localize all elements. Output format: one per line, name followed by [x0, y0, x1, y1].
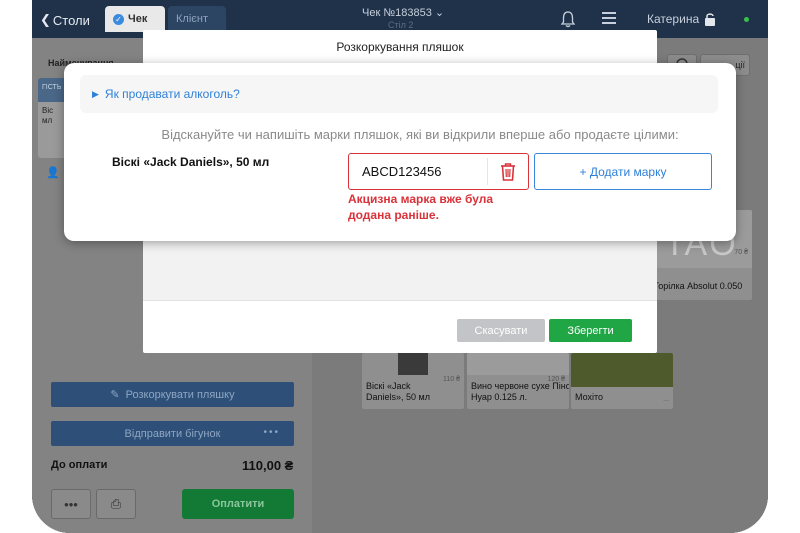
tab-check-label: Чек — [128, 13, 148, 25]
table-label: Стіл 2 — [388, 20, 414, 30]
runner-label: Відправити бігунок — [124, 427, 221, 440]
product-label: Віскі «Jack Daniels», 50 мл — [112, 155, 270, 169]
excise-stamp-dialog: ▶ Як продавати алкоголь? Відскануйте чи … — [64, 63, 736, 241]
excise-stamp-input[interactable] — [349, 154, 489, 189]
stamp-error-message: Акцизна марка вже була додана раніше. — [348, 192, 494, 222]
product-name: Вино червоне сухе Піно Нуар 0.125 л. — [471, 381, 569, 402]
dialog-footer: Скасувати Зберегти — [143, 300, 657, 353]
chevron-down-icon: ⌄ — [434, 7, 445, 19]
send-runner-button[interactable]: Відправити бігунок ••• — [51, 421, 294, 446]
lock-icon — [705, 13, 716, 26]
product-card-jack-daniels[interactable]: 110 ₴ Віскі «Jack Daniels», 50 мл — [362, 353, 464, 409]
tab-client-label: Клієнт — [176, 13, 208, 25]
add-guest-icon[interactable]: 👤 — [46, 166, 60, 179]
product-price: 110 ₴ — [443, 376, 460, 383]
total-amount: 110,00 ₴ — [242, 458, 294, 473]
bell-icon[interactable] — [560, 10, 576, 28]
trash-icon[interactable] — [499, 162, 517, 182]
tab-check[interactable]: ✓ Чек — [105, 6, 165, 32]
field-divider — [487, 158, 488, 185]
pay-button[interactable]: Оплатити — [182, 489, 294, 519]
product-image — [398, 353, 428, 375]
back-label: Столи — [52, 12, 90, 28]
how-to-label: Як продавати алкоголь? — [104, 87, 240, 101]
product-image — [467, 353, 569, 375]
add-stamp-button[interactable]: + Додати марку — [534, 153, 712, 190]
cancel-button[interactable]: Скасувати — [457, 319, 545, 342]
more-options-button[interactable]: ••• — [51, 489, 91, 519]
product-name: Віскі «Jack Daniels», 50 мл — [366, 381, 430, 402]
product-card-mojito[interactable]: ... Мохіто — [571, 353, 673, 409]
device-frame: ❮ Столи ✓ Чек Клієнт Чек №183853 ⌄ Стіл … — [32, 0, 768, 533]
online-indicator — [744, 17, 749, 22]
check-circle-icon: ✓ — [113, 13, 124, 25]
back-button[interactable]: ❮ Столи — [40, 12, 90, 28]
product-image — [571, 353, 673, 387]
excise-stamp-field — [348, 153, 529, 190]
user-name: Катерина — [647, 12, 700, 26]
dialog-title: Розкоркування пляшок — [336, 40, 464, 54]
product-price: 70 ₴ — [734, 249, 748, 256]
print-button[interactable]: ⎙ — [96, 489, 136, 519]
chevron-left-icon: ❮ — [40, 12, 51, 27]
tab-client[interactable]: Клієнт — [168, 6, 226, 32]
menu-icon[interactable] — [602, 12, 616, 24]
product-name: Горілка Absolut 0.050 — [654, 281, 743, 291]
total-label: До оплати — [51, 459, 108, 471]
app-screen: ❮ Столи ✓ Чек Клієнт Чек №183853 ⌄ Стіл … — [32, 0, 768, 533]
product-name: Мохіто — [575, 392, 604, 402]
how-to-sell-alcohol-link[interactable]: ▶ Як продавати алкоголь? — [80, 75, 718, 113]
printer-icon: ⎙ — [110, 496, 122, 511]
product-card-pinot-noir[interactable]: 120 ₴ Вино червоне сухе Піно Нуар 0.125 … — [467, 353, 569, 409]
runner-more-button[interactable]: ••• — [263, 427, 280, 438]
triangle-right-icon: ▶ — [92, 88, 99, 99]
scan-hint: Відскануйте чи напишіть марки пляшок, як… — [161, 127, 679, 142]
bottle-icon: ✎ — [110, 389, 120, 401]
save-button[interactable]: Зберегти — [549, 319, 632, 342]
user-menu[interactable]: Катерина — [647, 12, 716, 26]
receipt-title[interactable]: Чек №183853 ⌄ — [362, 6, 444, 19]
receipt-number: Чек №183853 — [362, 7, 432, 19]
uncork-label: Розкоркувати пляшку — [125, 388, 235, 401]
uncork-bottle-button[interactable]: ✎ Розкоркувати пляшку — [51, 382, 294, 407]
product-price: ... — [663, 396, 669, 403]
